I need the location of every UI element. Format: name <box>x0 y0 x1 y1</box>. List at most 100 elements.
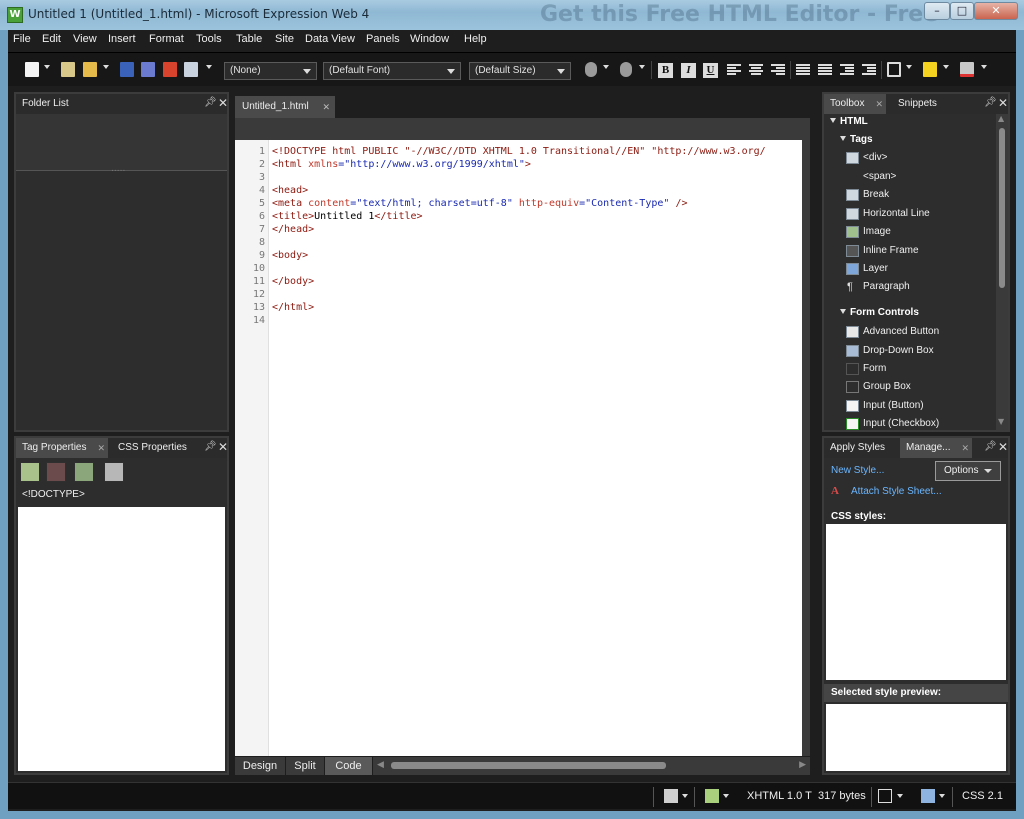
tab-apply-styles[interactable]: Apply Styles <box>824 438 896 458</box>
new-style-link[interactable]: New Style... <box>831 465 884 476</box>
tag-settings-icon[interactable] <box>104 462 124 482</box>
menu-edit[interactable]: Edit <box>42 33 61 45</box>
save-icon[interactable] <box>120 62 134 77</box>
chevron-down-icon[interactable] <box>44 65 50 69</box>
close-icon[interactable]: ✕ <box>875 94 883 114</box>
toolbox-group-form-controls[interactable]: Form Controls <box>840 307 919 318</box>
close-icon[interactable]: ✕ <box>97 438 105 458</box>
align-center-icon[interactable] <box>749 64 763 77</box>
attach-style-sheet-icon[interactable]: A <box>831 485 839 497</box>
maximize-button[interactable]: □ <box>950 2 974 20</box>
chevron-down-icon[interactable] <box>682 794 688 798</box>
accessibility-icon[interactable] <box>664 789 678 803</box>
scroll-left-icon[interactable]: ◀ <box>377 760 384 770</box>
menu-window[interactable]: Window <box>410 33 449 45</box>
menu-help[interactable]: Help <box>464 33 487 45</box>
bulleted-list-icon[interactable] <box>818 64 832 77</box>
menu-panels[interactable]: Panels <box>366 33 400 45</box>
tab-manage-styles[interactable]: Manage... ✕ <box>900 438 972 458</box>
compatibility-icon[interactable] <box>705 789 719 803</box>
minimize-button[interactable]: – <box>924 2 950 20</box>
chevron-down-icon[interactable] <box>897 794 903 798</box>
menu-site[interactable]: Site <box>275 33 294 45</box>
increase-indent-icon[interactable] <box>862 64 876 77</box>
toolbox-section-html[interactable]: HTML <box>830 116 868 127</box>
pin-icon[interactable]: 📌︎ <box>984 97 997 109</box>
underline-button[interactable]: U <box>703 63 718 78</box>
attach-style-sheet-link[interactable]: Attach Style Sheet... <box>851 486 942 497</box>
new-site-icon[interactable] <box>61 62 75 77</box>
new-page-icon[interactable] <box>25 62 39 77</box>
sort-order-icon[interactable] <box>46 462 66 482</box>
tab-snippets[interactable]: Snippets <box>892 94 950 114</box>
redo-icon[interactable] <box>620 62 632 77</box>
tab-design-view[interactable]: Design <box>235 757 285 775</box>
close-icon[interactable]: ✕ <box>998 440 1008 454</box>
scroll-up-icon[interactable]: ▲ <box>998 114 1004 123</box>
editor-vertical-scrollbar[interactable] <box>802 140 810 756</box>
chevron-down-icon[interactable] <box>639 65 645 69</box>
chevron-down-icon[interactable] <box>103 65 109 69</box>
pin-icon[interactable]: 📌︎ <box>204 97 217 109</box>
toolbox-group-tags[interactable]: Tags <box>840 134 873 145</box>
tab-tag-properties[interactable]: Tag Properties ✕ <box>16 438 108 458</box>
chevron-down-icon[interactable] <box>906 65 912 69</box>
font-combo[interactable]: (Default Font) <box>323 62 461 80</box>
close-icon[interactable]: ✕ <box>998 96 1008 110</box>
pin-icon[interactable]: 📌︎ <box>204 441 217 453</box>
align-left-icon[interactable] <box>727 64 741 77</box>
show-set-properties-icon[interactable] <box>74 462 94 482</box>
preview-browser-icon[interactable] <box>184 62 198 77</box>
menu-view[interactable]: View <box>73 33 97 45</box>
menu-tools[interactable]: Tools <box>196 33 222 45</box>
menu-data-view[interactable]: Data View <box>305 33 355 45</box>
close-icon[interactable]: ✕ <box>322 96 330 118</box>
tab-toolbox[interactable]: Toolbox ✕ <box>824 94 886 114</box>
scrollbar-thumb[interactable] <box>391 762 666 769</box>
chevron-down-icon[interactable] <box>723 794 729 798</box>
visual-aids-icon[interactable] <box>878 789 892 803</box>
decrease-indent-icon[interactable] <box>840 64 854 77</box>
chevron-down-icon[interactable] <box>943 65 949 69</box>
menu-table[interactable]: Table <box>236 33 262 45</box>
font-color-icon[interactable] <box>960 62 974 77</box>
menu-file[interactable]: File <box>13 33 31 45</box>
close-icon[interactable]: ✕ <box>961 438 969 458</box>
numbered-list-icon[interactable] <box>796 64 810 77</box>
tab-untitled-document[interactable]: Untitled_1.html ✕ <box>235 96 335 118</box>
css-styles-list[interactable] <box>826 524 1006 680</box>
tag-properties-grid[interactable] <box>18 507 225 771</box>
pin-icon[interactable]: 📌︎ <box>984 441 997 453</box>
close-icon[interactable]: ✕ <box>218 96 228 110</box>
menu-insert[interactable]: Insert <box>108 33 136 45</box>
tab-css-properties[interactable]: CSS Properties <box>112 438 198 458</box>
open-folder-icon[interactable] <box>83 62 97 77</box>
options-button[interactable]: Options <box>935 461 1001 481</box>
editor-horizontal-scrollbar[interactable]: ◀ ▶ <box>373 757 810 775</box>
toolbox-vertical-scrollbar[interactable]: ▲ ▼ <box>996 114 1008 430</box>
save-all-icon[interactable] <box>141 62 155 77</box>
size-combo[interactable]: (Default Size) <box>469 62 571 80</box>
chevron-down-icon[interactable] <box>206 65 212 69</box>
sharepoint-icon[interactable] <box>163 62 177 77</box>
italic-button[interactable]: I <box>681 63 696 78</box>
menu-format[interactable]: Format <box>149 33 184 45</box>
tab-code-view[interactable]: Code <box>325 757 372 775</box>
chevron-down-icon[interactable] <box>939 794 945 798</box>
scrollbar-thumb[interactable] <box>999 128 1005 288</box>
tab-split-view[interactable]: Split <box>286 757 324 775</box>
scroll-down-icon[interactable]: ▼ <box>998 417 1004 426</box>
borders-icon[interactable] <box>887 62 901 77</box>
splitter-grip[interactable]: ..... <box>111 164 125 174</box>
categorized-view-icon[interactable] <box>20 462 40 482</box>
doctype-status[interactable]: XHTML 1.0 T <box>747 790 812 802</box>
undo-icon[interactable] <box>585 62 597 77</box>
bold-button[interactable]: B <box>658 63 673 78</box>
page-size-icon[interactable] <box>921 789 935 803</box>
close-icon[interactable]: ✕ <box>218 440 228 454</box>
scroll-right-icon[interactable]: ▶ <box>799 760 806 770</box>
tab-folder-list[interactable]: Folder List <box>16 94 136 114</box>
highlight-icon[interactable] <box>923 62 937 77</box>
chevron-down-icon[interactable] <box>981 65 987 69</box>
css-version-status[interactable]: CSS 2.1 <box>962 790 1003 802</box>
